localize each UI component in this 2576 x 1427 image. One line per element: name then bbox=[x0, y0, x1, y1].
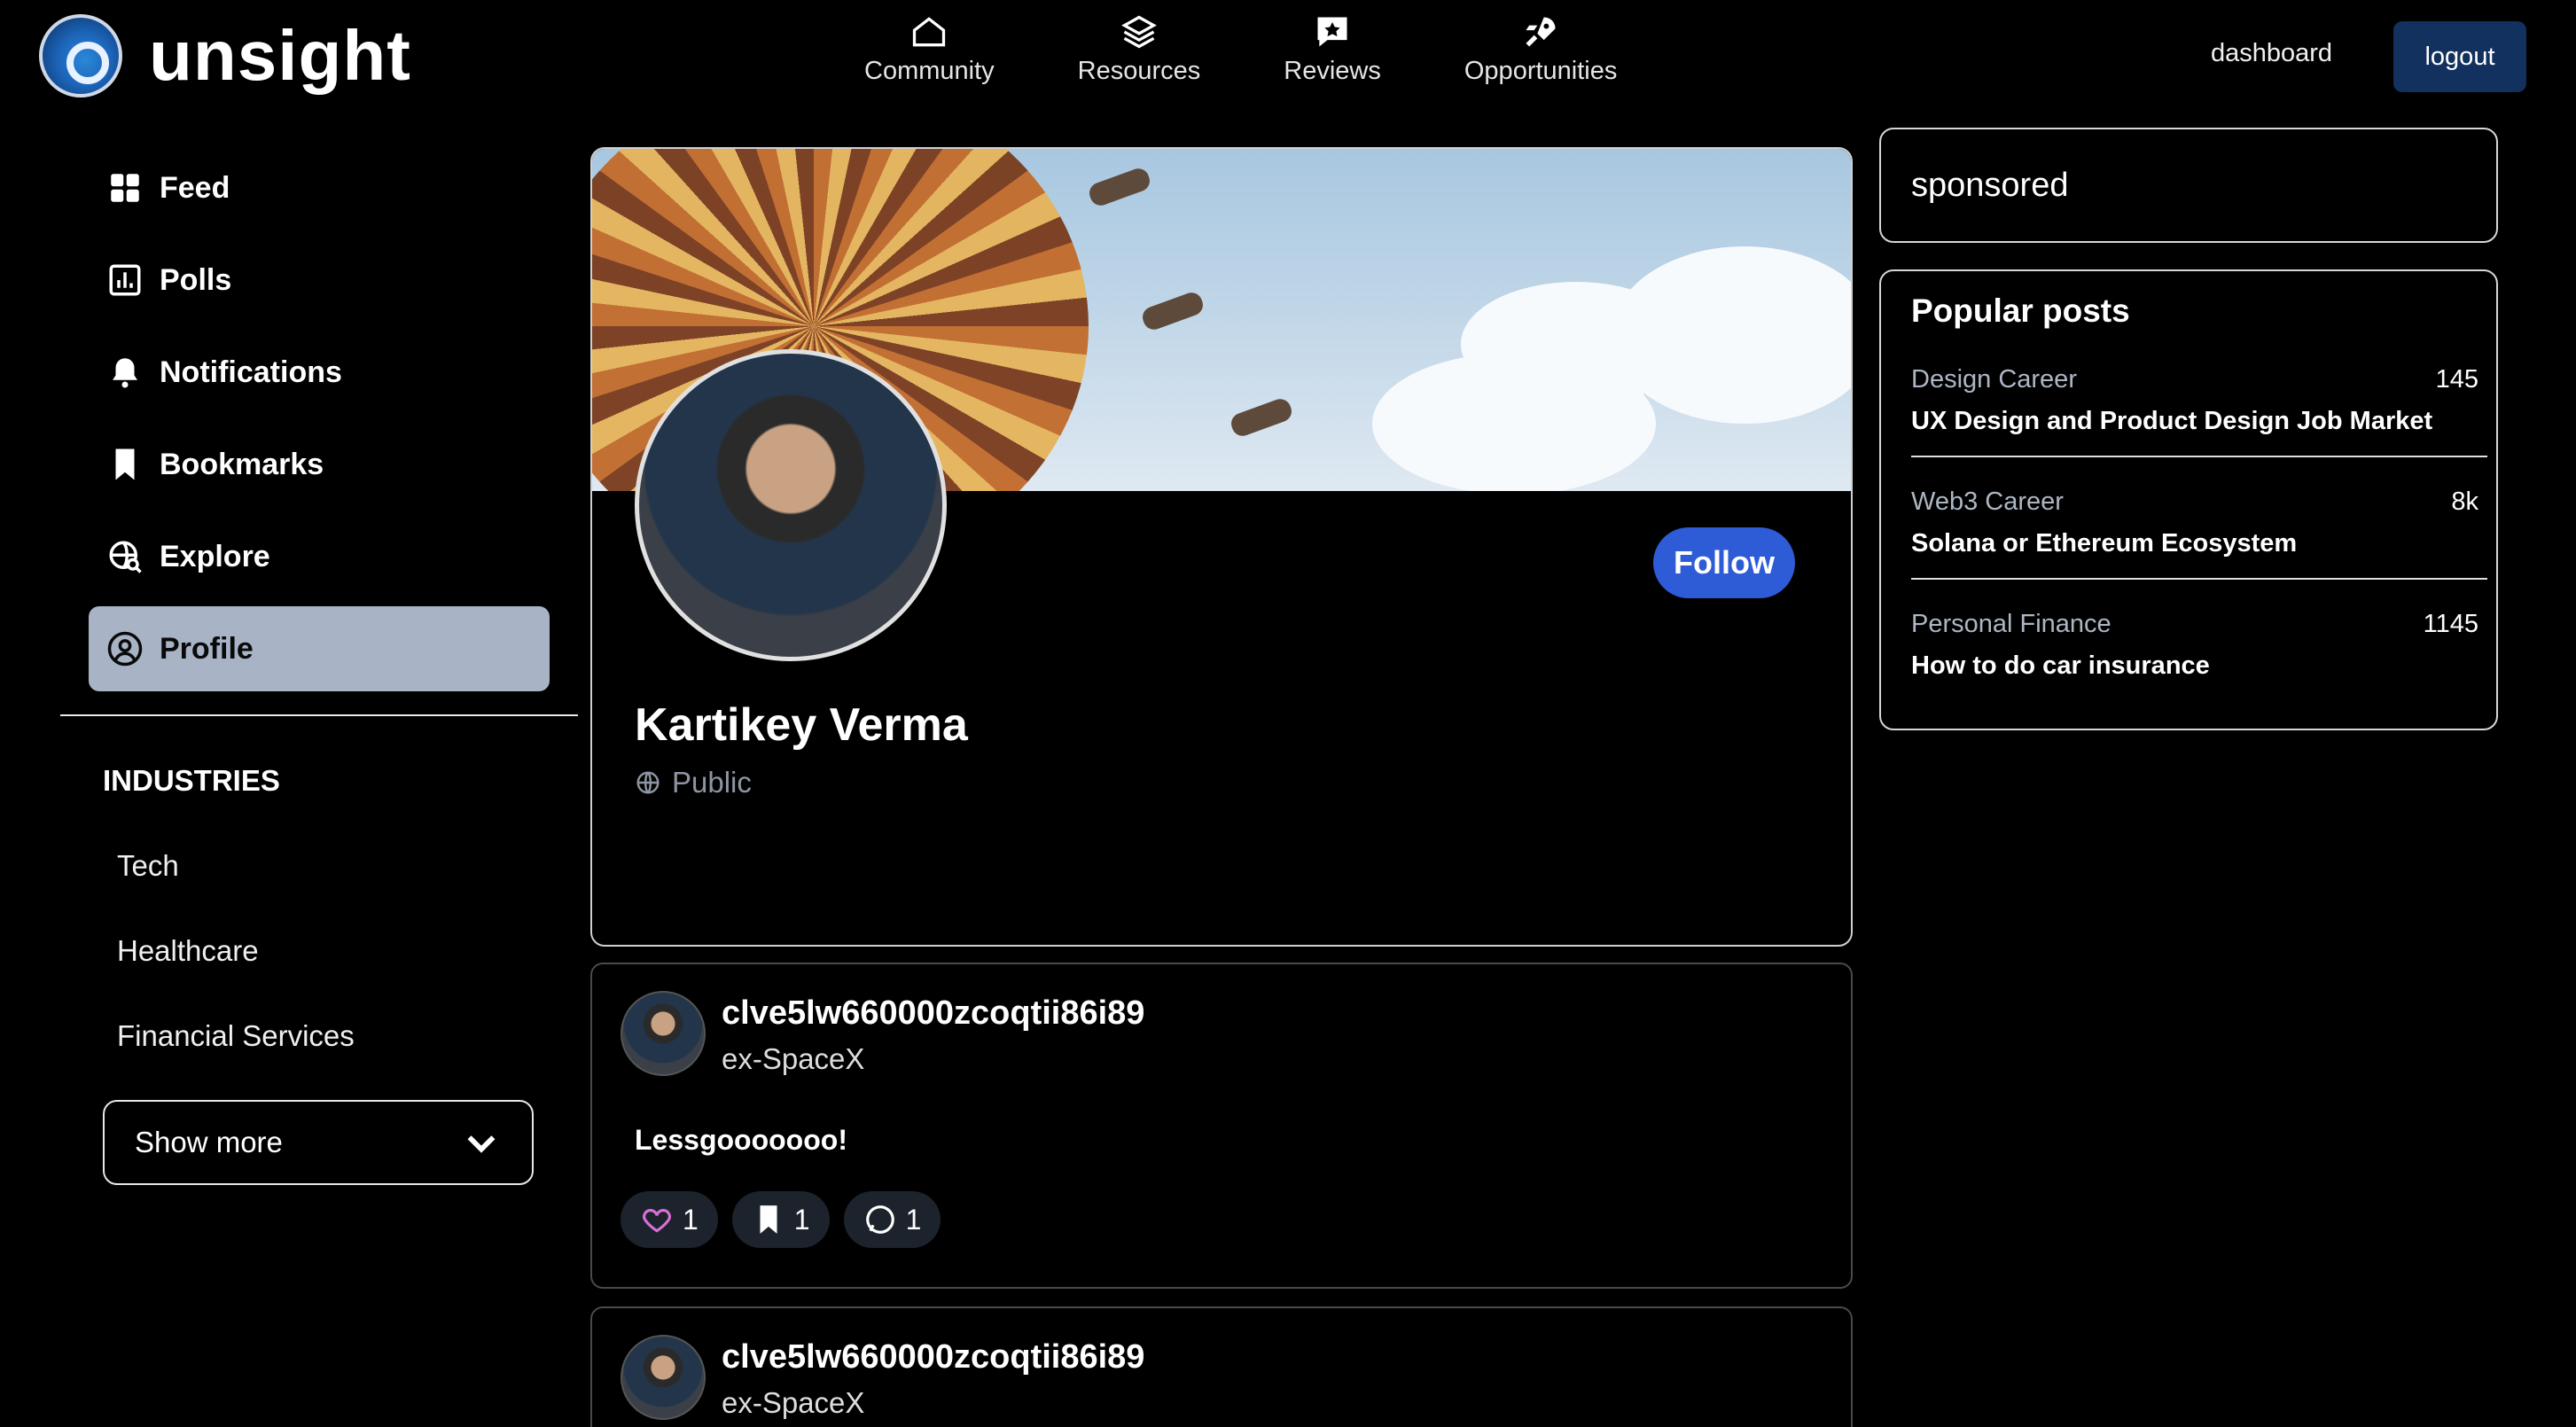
nav-reviews-label: Reviews bbox=[1284, 57, 1381, 85]
bell-icon bbox=[113, 358, 137, 388]
popular-post-title: How to do car insurance bbox=[1911, 651, 2210, 680]
sidebar-item-polls[interactable]: Polls bbox=[89, 238, 550, 323]
popular-post-title: UX Design and Product Design Job Market bbox=[1911, 407, 2433, 435]
show-more-label: Show more bbox=[135, 1126, 283, 1158]
sidebar-item-label: Feed bbox=[160, 170, 230, 205]
nav-resources[interactable]: Resources bbox=[1077, 12, 1201, 86]
post-username[interactable]: clve5lw660000zcoqtii86i89 bbox=[722, 1338, 1144, 1376]
sidebar-item-feed[interactable]: Feed bbox=[89, 145, 550, 230]
home-icon bbox=[913, 17, 946, 47]
profile-card: Follow Kartikey Verma Public bbox=[590, 147, 1853, 947]
sidebar-item-label: Bookmarks bbox=[160, 447, 324, 481]
sidebar-item-label: Profile bbox=[160, 631, 254, 666]
dashboard-link[interactable]: dashboard bbox=[2211, 39, 2332, 68]
popular-posts-title: Popular posts bbox=[1911, 292, 2130, 329]
profile-name: Kartikey Verma bbox=[635, 699, 968, 751]
sponsored-card: sponsored bbox=[1879, 128, 2498, 243]
brand-logo[interactable]: unsight bbox=[39, 14, 411, 97]
industry-healthcare[interactable]: Healthcare bbox=[117, 934, 259, 968]
review-icon bbox=[1317, 17, 1347, 47]
industries-heading: INDUSTRIES bbox=[103, 764, 280, 797]
popular-post-category: Personal Finance bbox=[1911, 610, 2112, 638]
popular-post-item[interactable]: Web3 Career 8k Solana or Ethereum Ecosys… bbox=[1911, 487, 2478, 558]
like-count: 1 bbox=[683, 1203, 699, 1236]
visibility-status: Public bbox=[635, 766, 752, 799]
industry-tech[interactable]: Tech bbox=[117, 849, 179, 883]
show-more-dropdown[interactable]: Show more bbox=[103, 1100, 534, 1185]
heart-icon bbox=[643, 1208, 671, 1233]
swing-rider-shape bbox=[1086, 165, 1153, 209]
popular-posts-card: Popular posts Design Career 145 UX Desig… bbox=[1879, 269, 2498, 730]
top-nav: Community Resources Reviews Opportunitie… bbox=[864, 12, 1617, 86]
post-subtitle: ex-SpaceX bbox=[722, 1042, 865, 1075]
logo-icon bbox=[39, 14, 122, 97]
post-subtitle: ex-SpaceX bbox=[722, 1386, 865, 1419]
layers-icon bbox=[1121, 15, 1157, 49]
popular-post-title: Solana or Ethereum Ecosystem bbox=[1911, 529, 2298, 558]
bookmark-count: 1 bbox=[793, 1203, 810, 1236]
comment-icon bbox=[865, 1205, 894, 1234]
brand-name: unsight bbox=[149, 16, 411, 95]
poll-icon bbox=[109, 264, 141, 296]
bookmark-icon bbox=[760, 1205, 777, 1234]
post-body: Lessgooooooo! bbox=[635, 1124, 847, 1156]
sidebar-item-label: Explore bbox=[160, 539, 270, 573]
nav-opportunities[interactable]: Opportunities bbox=[1464, 12, 1618, 86]
industry-financial-services[interactable]: Financial Services bbox=[117, 1019, 355, 1053]
bookmark-button[interactable]: 1 bbox=[731, 1191, 830, 1248]
nav-community-label: Community bbox=[864, 57, 995, 85]
post-username[interactable]: clve5lw660000zcoqtii86i89 bbox=[722, 994, 1144, 1033]
bookmark-icon bbox=[115, 448, 135, 480]
sidebar-item-bookmarks[interactable]: Bookmarks bbox=[89, 422, 550, 507]
sidebar: Feed Polls Notifications Bookmarks Explo… bbox=[89, 145, 550, 698]
comment-button[interactable]: 1 bbox=[843, 1191, 941, 1248]
popular-post-count: 1145 bbox=[2423, 610, 2478, 638]
nav-reviews[interactable]: Reviews bbox=[1284, 12, 1381, 86]
popular-divider bbox=[1911, 456, 2487, 457]
chevron-down-icon bbox=[467, 1135, 496, 1153]
popular-post-item[interactable]: Personal Finance 1145 How to do car insu… bbox=[1911, 610, 2478, 681]
sidebar-item-explore[interactable]: Explore bbox=[89, 514, 550, 599]
logout-button[interactable]: logout bbox=[2393, 21, 2526, 92]
cloud-shape bbox=[1612, 246, 1851, 424]
sidebar-divider bbox=[60, 714, 578, 716]
globe-search-icon bbox=[109, 541, 142, 573]
nav-resources-label: Resources bbox=[1077, 57, 1201, 85]
sidebar-item-notifications[interactable]: Notifications bbox=[89, 330, 550, 415]
post-reactions: 1 1 1 bbox=[621, 1191, 941, 1248]
rocket-icon bbox=[1526, 17, 1556, 47]
user-circle-icon bbox=[107, 631, 143, 667]
sidebar-item-label: Polls bbox=[160, 262, 232, 297]
popular-post-category: Design Career bbox=[1911, 365, 2077, 394]
popular-divider bbox=[1911, 578, 2487, 580]
popular-post-category: Web3 Career bbox=[1911, 487, 2064, 516]
comment-count: 1 bbox=[905, 1203, 922, 1236]
cloud-shape bbox=[1372, 353, 1656, 491]
nav-opportunities-label: Opportunities bbox=[1464, 57, 1618, 85]
popular-post-count: 8k bbox=[2451, 487, 2478, 516]
sidebar-item-profile[interactable]: Profile bbox=[89, 606, 550, 691]
popular-post-item[interactable]: Design Career 145 UX Design and Product … bbox=[1911, 365, 2478, 436]
post-card[interactable]: clve5lw660000zcoqtii86i89 ex-SpaceX bbox=[590, 1306, 1853, 1427]
swing-rider-shape bbox=[1228, 395, 1295, 440]
like-button[interactable]: 1 bbox=[621, 1191, 718, 1248]
avatar[interactable] bbox=[621, 991, 706, 1076]
sidebar-item-label: Notifications bbox=[160, 355, 342, 389]
popular-post-count: 145 bbox=[2435, 365, 2478, 394]
globe-icon bbox=[636, 771, 660, 794]
follow-button[interactable]: Follow bbox=[1653, 527, 1795, 598]
grid-icon bbox=[111, 174, 139, 202]
swing-rider-shape bbox=[1139, 289, 1206, 333]
post-card[interactable]: clve5lw660000zcoqtii86i89 ex-SpaceX Less… bbox=[590, 963, 1853, 1289]
visibility-label: Public bbox=[672, 766, 752, 799]
nav-community[interactable]: Community bbox=[864, 12, 995, 86]
profile-avatar bbox=[635, 349, 947, 661]
avatar[interactable] bbox=[621, 1335, 706, 1420]
